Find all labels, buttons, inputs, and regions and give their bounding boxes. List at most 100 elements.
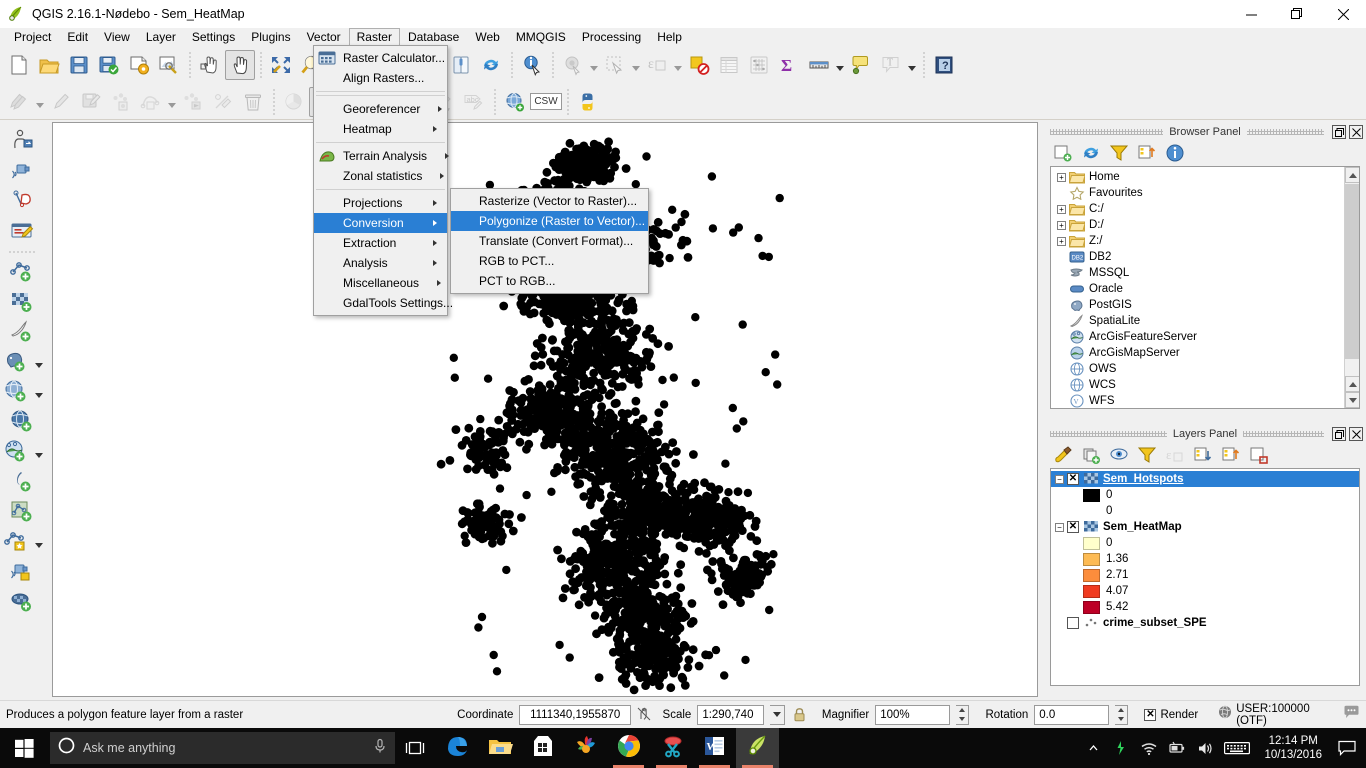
volume-icon[interactable] bbox=[1192, 728, 1218, 768]
properties-icon[interactable] bbox=[1162, 141, 1188, 165]
browser-item-home[interactable]: +Home bbox=[1051, 169, 1343, 185]
add-group-icon[interactable] bbox=[1078, 443, 1104, 467]
scroll-up-arrow-2[interactable] bbox=[1345, 376, 1360, 392]
raster-menu-item-analysis[interactable]: Analysis bbox=[314, 253, 447, 273]
help-icon[interactable]: ? bbox=[929, 50, 959, 80]
caret-down-icon[interactable] bbox=[588, 50, 600, 80]
refresh-icon[interactable] bbox=[476, 50, 506, 80]
new-virtual-layer-icon[interactable] bbox=[5, 587, 39, 617]
new-print-composer-icon[interactable] bbox=[124, 50, 154, 80]
new-gpx-layer-icon[interactable] bbox=[5, 557, 39, 587]
browser-item-ows[interactable]: OWS bbox=[1051, 361, 1343, 377]
magnifier-stepper[interactable] bbox=[956, 705, 969, 725]
caret-down-icon[interactable] bbox=[33, 437, 45, 467]
layers-panel-close-button[interactable] bbox=[1349, 427, 1363, 441]
remove-layer-icon[interactable] bbox=[1246, 443, 1272, 467]
raster-menu-item-gdaltools-settings[interactable]: GdalTools Settings... bbox=[314, 293, 447, 313]
caret-down-icon[interactable] bbox=[672, 50, 684, 80]
collapse-icon[interactable]: − bbox=[1055, 475, 1064, 484]
digitizing-tools-icon[interactable] bbox=[5, 186, 39, 216]
browser-item-mssql[interactable]: MSSQL bbox=[1051, 265, 1343, 281]
expand-icon[interactable]: + bbox=[1057, 173, 1066, 182]
coordinate-input[interactable]: 1111340,1955870 bbox=[519, 705, 631, 725]
filter-browser-icon[interactable] bbox=[1106, 141, 1132, 165]
task-view-icon[interactable] bbox=[395, 728, 435, 768]
menu-help[interactable]: Help bbox=[649, 28, 690, 46]
raster-menu-item-align-rasters[interactable]: Align Rasters... bbox=[314, 68, 447, 88]
menu-mmqgis[interactable]: MMQGIS bbox=[508, 28, 574, 46]
caret-down-icon[interactable] bbox=[166, 87, 178, 117]
save-layer-edits-icon[interactable] bbox=[76, 87, 106, 117]
rotation-stepper[interactable] bbox=[1115, 705, 1128, 725]
select-by-expression-icon[interactable]: ε bbox=[642, 50, 672, 80]
expand-icon[interactable]: + bbox=[1057, 205, 1066, 214]
taskbar-file-explorer[interactable] bbox=[478, 728, 521, 768]
pan-map-to-selection-icon[interactable] bbox=[195, 50, 225, 80]
browser-panel-close-button[interactable] bbox=[1349, 125, 1363, 139]
menu-layer[interactable]: Layer bbox=[138, 28, 184, 46]
add-wcs-layer-icon[interactable] bbox=[5, 407, 39, 437]
current-edits-icon[interactable] bbox=[4, 87, 34, 117]
delete-selected-icon[interactable] bbox=[238, 87, 268, 117]
menu-raster[interactable]: Raster bbox=[349, 28, 400, 46]
menu-vector[interactable]: Vector bbox=[299, 28, 349, 46]
layer-visibility-checkbox[interactable]: ✕ bbox=[1067, 473, 1079, 485]
browser-item-wfs[interactable]: VWFS bbox=[1051, 393, 1343, 408]
raster-menu-item-miscellaneous[interactable]: Miscellaneous bbox=[314, 273, 447, 293]
add-arcgis-layer-icon[interactable] bbox=[0, 437, 33, 467]
new-shapefile-layer-icon[interactable] bbox=[5, 497, 39, 527]
minimize-button[interactable] bbox=[1228, 0, 1274, 28]
caret-down-icon[interactable] bbox=[834, 50, 846, 80]
taskbar-snipping-tool[interactable] bbox=[650, 728, 693, 768]
browser-item-d--[interactable]: +D:/ bbox=[1051, 217, 1343, 233]
taskbar-clock[interactable]: 12:14 PM 10/13/2016 bbox=[1256, 734, 1330, 762]
touch-zoom-icon[interactable] bbox=[5, 126, 39, 156]
scale-combobox[interactable]: 1:290,740 bbox=[697, 705, 763, 725]
taskbar-edge[interactable] bbox=[435, 728, 478, 768]
map-tips-icon[interactable] bbox=[846, 50, 876, 80]
add-delimited-text-layer-icon[interactable] bbox=[5, 317, 39, 347]
conversion-submenu[interactable]: Rasterize (Vector to Raster)...Polygoniz… bbox=[450, 188, 649, 294]
conversion-item-translate[interactable]: Translate (Convert Format)... bbox=[451, 231, 648, 251]
filter-legend-icon[interactable] bbox=[1134, 443, 1160, 467]
new-vector-layer-icon[interactable] bbox=[0, 527, 33, 557]
csw-button[interactable]: CSW bbox=[530, 87, 562, 117]
browser-item-wcs[interactable]: WCS bbox=[1051, 377, 1343, 393]
raster-menu-item-extraction[interactable]: Extraction bbox=[314, 233, 447, 253]
menu-settings[interactable]: Settings bbox=[184, 28, 243, 46]
wifi-icon[interactable] bbox=[1136, 728, 1162, 768]
collapse-icon[interactable]: − bbox=[1055, 523, 1064, 532]
windows-start-icon[interactable] bbox=[0, 728, 48, 768]
run-feature-action-icon[interactable] bbox=[558, 50, 588, 80]
caret-down-icon[interactable] bbox=[33, 347, 45, 377]
caret-down-icon[interactable] bbox=[906, 50, 918, 80]
save-project-as-icon[interactable] bbox=[94, 50, 124, 80]
menu-database[interactable]: Database bbox=[400, 28, 467, 46]
add-vector-layer-icon[interactable] bbox=[5, 257, 39, 287]
conversion-item-rgb[interactable]: RGB to PCT... bbox=[451, 251, 648, 271]
add-selected-layers-icon[interactable] bbox=[1050, 141, 1076, 165]
identify-features-icon[interactable] bbox=[517, 50, 547, 80]
move-feature-icon[interactable] bbox=[178, 87, 208, 117]
taskbar-microsoft-store[interactable] bbox=[521, 728, 564, 768]
open-field-calculator-icon[interactable] bbox=[5, 216, 39, 246]
browser-item-arcgismapserver[interactable]: ArcGisMapServer bbox=[1051, 345, 1343, 361]
collapse-all-icon[interactable] bbox=[1218, 443, 1244, 467]
open-project-icon[interactable] bbox=[34, 50, 64, 80]
layer-item-crime_subset_spe[interactable]: crime_subset_SPE bbox=[1051, 615, 1359, 631]
messages-icon[interactable] bbox=[1343, 705, 1360, 725]
browser-panel-float-button[interactable] bbox=[1332, 125, 1346, 139]
browser-item-db2[interactable]: DB2DB2 bbox=[1051, 249, 1343, 265]
browser-tree[interactable]: +HomeFavourites+C:/+D:/+Z:/DB2DB2MSSQLOr… bbox=[1050, 166, 1360, 409]
caret-down-icon[interactable] bbox=[33, 527, 45, 557]
microphone-icon[interactable] bbox=[373, 738, 387, 759]
browser-scrollbar[interactable] bbox=[1344, 167, 1359, 408]
battery-charging-icon[interactable] bbox=[1108, 728, 1134, 768]
python-console-icon[interactable] bbox=[573, 87, 603, 117]
refresh-icon[interactable] bbox=[1078, 141, 1104, 165]
conversion-item-pct[interactable]: PCT to RGB... bbox=[451, 271, 648, 291]
browser-item-arcgisfeatureserver[interactable]: ArcGisFeatureServer bbox=[1051, 329, 1343, 345]
crs-status-button[interactable]: USER:100000 (OTF) bbox=[1218, 703, 1327, 727]
expand-icon[interactable]: + bbox=[1057, 221, 1066, 230]
raster-menu-item-zonal-statistics[interactable]: Zonal statistics bbox=[314, 166, 447, 186]
